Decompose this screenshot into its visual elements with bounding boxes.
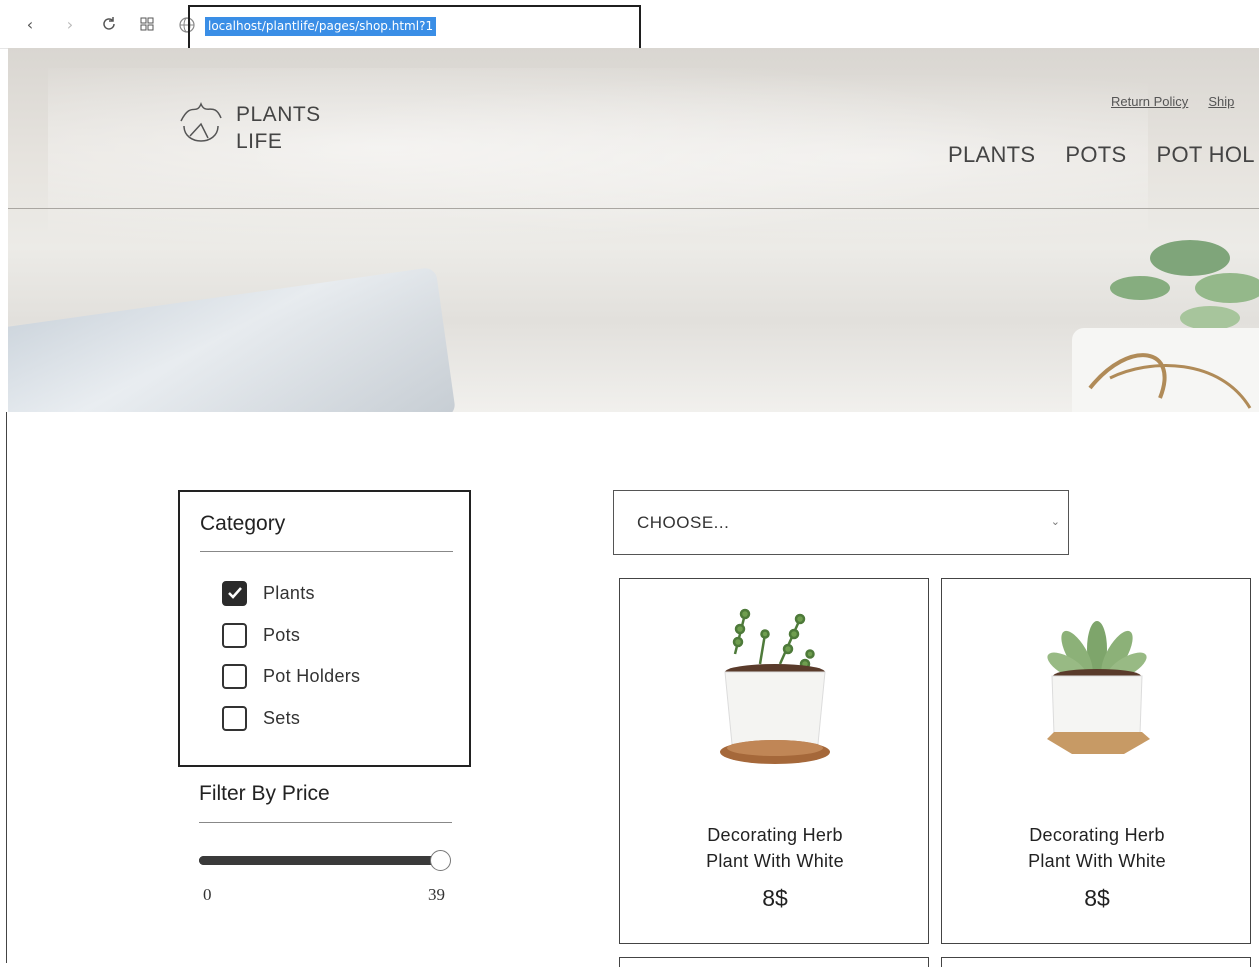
product-price: 8$	[762, 885, 788, 911]
sets-checkbox[interactable]	[222, 705, 247, 731]
pots-checkbox[interactable]	[222, 622, 247, 648]
back-icon[interactable]: ‹	[20, 14, 40, 34]
sort-select[interactable]: CHOOSE... ⌄	[613, 490, 1069, 555]
hero-background-book	[8, 266, 457, 412]
product-image-succulent-pot	[1047, 621, 1150, 754]
category-filter: Category Plants Pots Pot Holders Sets	[178, 490, 471, 767]
forward-icon[interactable]: ›	[60, 14, 80, 34]
hero-succulent-image	[1072, 240, 1259, 412]
header-divider	[8, 208, 1259, 209]
nav-plants[interactable]: PLANTS	[948, 142, 1035, 167]
plants-checkbox[interactable]	[222, 580, 247, 606]
price-slider-track[interactable]	[199, 856, 439, 865]
main-nav: PLANTS POTS POT HOL	[948, 142, 1259, 168]
product-title-line: Decorating Herb	[707, 825, 843, 845]
product-card-partial[interactable]	[619, 957, 929, 967]
site-logo[interactable]: PLANTS LIFE	[176, 96, 320, 161]
address-bar-input[interactable]: localhost/plantlife/pages/shop.html?1	[205, 17, 437, 36]
logo-text: PLANTS LIFE	[236, 101, 376, 155]
product-card[interactable]: Decorating Herb Plant With White 8$	[941, 578, 1251, 944]
logo-line-plants: PLANTS	[236, 103, 321, 126]
reload-icon[interactable]	[99, 14, 119, 34]
category-label: Sets	[263, 707, 301, 728]
category-label: Pots	[263, 624, 301, 645]
product-title-line: Decorating Herb	[1029, 825, 1165, 845]
price-min-label: 0	[203, 885, 212, 904]
top-links: Return Policy Ship	[1111, 94, 1254, 109]
price-slider-thumb[interactable]	[430, 850, 451, 871]
return-policy-link[interactable]: Return Policy	[1111, 94, 1188, 109]
product-image-herb-pot	[720, 608, 830, 764]
category-heading: Category	[200, 512, 286, 535]
logo-plant-icon	[180, 102, 222, 142]
product-title: Decorating Herb Plant With White	[962, 822, 1232, 874]
browser-toolbar: ‹ › localhost/plantlife/pages/shop.html?…	[0, 0, 1259, 55]
nav-pot-holders[interactable]: POT HOL	[1157, 142, 1255, 167]
category-heading-rule	[200, 551, 453, 552]
category-item-plants[interactable]: Plants	[222, 579, 315, 607]
price-max-label: 39	[428, 885, 445, 904]
product-card-partial[interactable]	[941, 957, 1251, 967]
logo-line-life: LIFE	[236, 130, 283, 153]
pot-holders-checkbox[interactable]	[222, 663, 247, 689]
product-price: 8$	[1084, 885, 1110, 911]
category-label: Plants	[263, 582, 315, 603]
price-filter-heading: Filter By Price	[199, 782, 330, 805]
chevron-down-icon: ⌄	[1050, 515, 1060, 528]
price-slider-fill	[199, 856, 439, 865]
product-card[interactable]: Decorating Herb Plant With White 8$	[619, 578, 929, 944]
nav-pots[interactable]: POTS	[1065, 142, 1126, 167]
sort-select-value: CHOOSE...	[637, 513, 730, 532]
category-item-sets[interactable]: Sets	[222, 704, 300, 732]
price-heading-rule	[199, 822, 452, 823]
category-item-pot-holders[interactable]: Pot Holders	[222, 662, 360, 690]
tabs-grid-icon[interactable]	[137, 14, 157, 34]
globe-icon	[179, 17, 195, 33]
product-title-line: Plant With White	[1028, 851, 1166, 871]
hero-banner: PLANTS LIFE Return Policy Ship PLANTS POTS…	[8, 48, 1259, 412]
product-title-line: Plant With White	[706, 851, 844, 871]
product-title: Decorating Herb Plant With White	[640, 822, 910, 874]
category-label: Pot Holders	[263, 665, 361, 686]
category-item-pots[interactable]: Pots	[222, 621, 300, 649]
page-left-border	[6, 412, 7, 963]
checkmark-icon	[227, 587, 242, 599]
shipping-link[interactable]: Ship	[1208, 94, 1234, 109]
